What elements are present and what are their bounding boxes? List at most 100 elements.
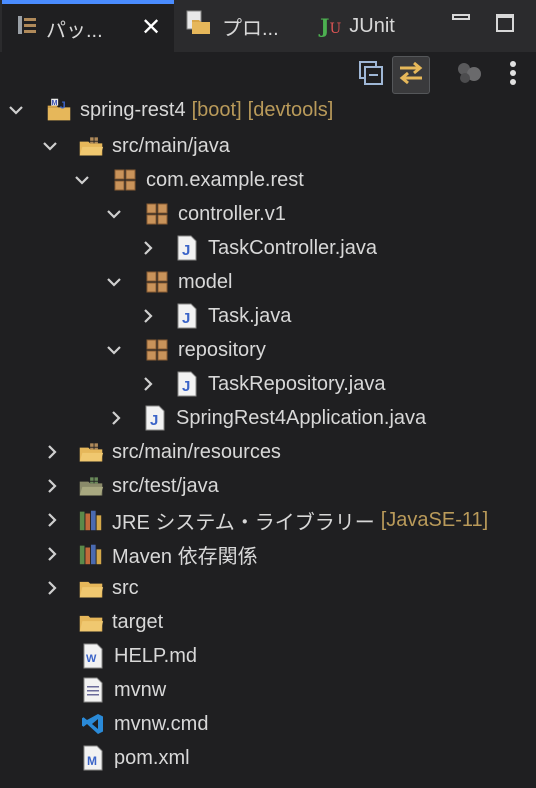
tree-item-package-repository[interactable]: repository — [104, 333, 266, 367]
chevron-right-icon[interactable] — [42, 578, 62, 598]
tree-item-file-pom[interactable]: M pom.xml — [80, 741, 190, 775]
tree-item-package-root[interactable]: com.example.rest — [72, 163, 304, 197]
source-folder-icon — [78, 439, 104, 465]
tree-item-label: mvnw — [114, 678, 167, 701]
svg-text:J: J — [182, 378, 190, 395]
svg-text:M: M — [87, 754, 97, 768]
package-icon — [144, 201, 170, 227]
tree-item-label: target — [112, 610, 164, 633]
view-toolbar — [0, 52, 536, 98]
tree-item-maven-dependencies[interactable]: Maven 依存関係 — [42, 537, 258, 571]
tree-item-src-folder[interactable]: src — [42, 571, 139, 605]
folder-icon — [78, 609, 104, 635]
collapse-all-button[interactable] — [352, 56, 390, 94]
tab-label: パッ... — [46, 19, 103, 42]
tree-item-label: src/main/resources — [112, 440, 281, 463]
markdown-file-icon: W — [80, 643, 106, 669]
package-icon — [144, 337, 170, 363]
tree-item-file-task[interactable]: J Task.java — [138, 299, 291, 333]
tree-item-file-taskrepository[interactable]: J TaskRepository.java — [138, 367, 385, 401]
tree-item-file-mvnw-cmd[interactable]: mvnw.cmd — [80, 707, 208, 741]
tree-item-file-help[interactable]: W HELP.md — [80, 639, 197, 673]
link-with-editor-button[interactable] — [392, 56, 430, 94]
tree-item-src-main-java[interactable]: src/main/java — [40, 129, 230, 163]
svg-text:J: J — [60, 100, 66, 111]
tab-label: JUnit — [349, 14, 395, 37]
java-version-decoration: [JavaSE-11] — [380, 508, 489, 531]
chevron-right-icon[interactable] — [106, 408, 126, 428]
java-file-icon: J — [174, 303, 200, 329]
chevron-down-icon[interactable] — [104, 272, 124, 292]
folder-icon — [78, 575, 104, 601]
tree-item-package-controller[interactable]: controller.v1 — [104, 197, 286, 231]
vscode-icon — [80, 711, 106, 737]
more-vertical-icon — [509, 60, 517, 91]
chevron-down-icon[interactable] — [104, 340, 124, 360]
svg-text:W: W — [86, 653, 97, 665]
java-file-icon: J — [174, 371, 200, 397]
view-tab-bar: パッ... ✕ プロ... JU JUnit — [0, 0, 536, 53]
text-file-icon — [80, 677, 106, 703]
chevron-down-icon[interactable] — [104, 204, 124, 224]
tree-item-src-main-resources[interactable]: src/main/resources — [42, 435, 281, 469]
boot-decoration: [boot] — [191, 98, 242, 121]
chevron-right-icon[interactable] — [138, 238, 158, 258]
package-icon — [144, 269, 170, 295]
tree-item-label: Maven 依存関係 — [112, 545, 258, 568]
tree-item-label: TaskRepository.java — [208, 372, 386, 395]
chevron-down-icon[interactable] — [40, 136, 60, 156]
pom-file-icon: M — [80, 745, 106, 771]
chevron-right-icon[interactable] — [138, 306, 158, 326]
link-arrows-icon — [397, 60, 425, 91]
tree-item-label: SpringRest4Application.java — [176, 406, 427, 429]
tab-junit[interactable]: JU JUnit — [320, 0, 395, 52]
devtools-decoration: [devtools] — [247, 98, 334, 121]
tree-item-label: com.example.rest — [146, 168, 304, 191]
tree-item-label: mvnw.cmd — [114, 712, 209, 735]
chevron-right-icon[interactable] — [42, 544, 62, 564]
svg-text:J: J — [150, 412, 158, 429]
task-focus-icon — [455, 60, 483, 91]
view-menu-button[interactable] — [494, 56, 532, 94]
svg-text:M: M — [52, 100, 58, 107]
tree-item-label: controller.v1 — [178, 202, 286, 225]
tree-item-file-mvnw[interactable]: mvnw — [80, 673, 166, 707]
tab-project-explorer[interactable]: プロ... — [184, 0, 279, 52]
tree-item-src-test-java[interactable]: src/test/java — [42, 469, 219, 503]
maximize-button[interactable] — [496, 14, 514, 32]
chevron-right-icon[interactable] — [42, 510, 62, 530]
project-explorer-icon — [184, 8, 214, 44]
tree-item-label: TaskController.java — [208, 236, 377, 259]
tree-item-label: src/test/java — [112, 474, 219, 497]
source-folder-icon — [78, 133, 104, 159]
java-file-icon: J — [174, 235, 200, 261]
tree-item-package-model[interactable]: model — [104, 265, 232, 299]
minimize-button[interactable] — [452, 14, 470, 20]
junit-icon: JU — [320, 14, 342, 38]
chevron-down-icon[interactable] — [6, 100, 26, 120]
chevron-down-icon[interactable] — [72, 170, 92, 190]
library-icon — [78, 541, 104, 567]
tree-item-file-taskcontroller[interactable]: J TaskController.java — [138, 231, 377, 265]
tree-item-file-application[interactable]: J SpringRest4Application.java — [106, 401, 426, 435]
chevron-right-icon[interactable] — [138, 374, 158, 394]
tree-item-label: Task.java — [208, 304, 292, 327]
tree-item-label: pom.xml — [114, 746, 190, 769]
chevron-right-icon[interactable] — [42, 476, 62, 496]
tree-item-jre-library[interactable]: JRE システム・ライブラリー [JavaSE-11] — [42, 503, 488, 537]
focus-on-active-task-button[interactable] — [450, 56, 488, 94]
svg-text:J: J — [182, 242, 190, 259]
tab-package-explorer[interactable]: パッ... ✕ — [2, 0, 174, 52]
tree-item-label: repository — [178, 338, 266, 361]
close-icon[interactable]: ✕ — [138, 14, 164, 41]
tree-item-target-folder[interactable]: target — [78, 605, 163, 639]
tree-item-project[interactable]: M J spring-rest4 [boot] [devtools] — [6, 93, 333, 127]
test-source-folder-icon — [78, 473, 104, 499]
package-explorer-icon — [16, 14, 38, 42]
collapse-all-icon — [358, 60, 384, 91]
maven-java-project-icon: M J — [46, 97, 72, 123]
tab-label: プロ... — [222, 17, 279, 40]
chevron-right-icon[interactable] — [42, 442, 62, 462]
java-file-icon: J — [142, 405, 168, 431]
tree-item-label: src — [112, 576, 139, 599]
